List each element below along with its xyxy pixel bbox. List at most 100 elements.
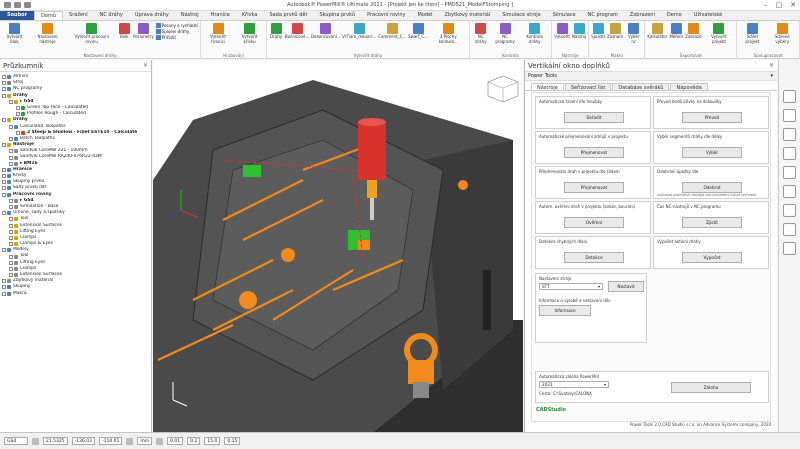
machine-select[interactable]: STT (539, 283, 603, 290)
vypocet-button[interactable]: Vypočet (682, 252, 742, 263)
seradit-button[interactable]: Seřadit (564, 112, 624, 123)
tree-expander[interactable] (9, 149, 13, 154)
tree-expander[interactable] (9, 242, 13, 247)
ribbon-button-drahy[interactable]: Dráhy (269, 23, 283, 40)
ribbon-button-kalkulator[interactable]: Kalkulátor (647, 23, 667, 40)
odebrat-button[interactable]: Odebrat (682, 182, 742, 193)
ribbon-button-nc-drahy[interactable]: NC dráhy (472, 23, 490, 44)
tab-krivka[interactable]: Křivka (236, 11, 264, 20)
ribbon-small-button-posuny-a-rychlosti[interactable]: Posuny a rychlosti (155, 23, 198, 28)
ribbon-button-dokoncovani[interactable]: Dokončování... (311, 23, 341, 40)
close-icon[interactable]: ✕ (790, 1, 796, 9)
view-front-icon[interactable] (783, 128, 796, 141)
ribbon-small-button-pricislit[interactable]: Přičíslit (155, 35, 198, 40)
maximize-icon[interactable]: □ (776, 1, 783, 9)
tree-expander[interactable] (9, 136, 13, 141)
tab-model[interactable]: Model (412, 11, 439, 20)
ribbon-button-parametry[interactable]: Parametry (133, 23, 154, 40)
tree-expander[interactable] (9, 198, 13, 203)
tree-expander[interactable] (9, 223, 13, 228)
status-tool-icon[interactable] (126, 437, 134, 445)
ribbon-button-sdilene-vybery[interactable]: Sdílené výběry (768, 23, 797, 44)
ribbon-button-vytvorit[interactable]: Vytvořit (554, 23, 570, 40)
tree-expander[interactable] (2, 118, 6, 123)
ribbon-button-blok[interactable]: Blok (117, 23, 131, 40)
ribbon-button-nastroj[interactable]: Nástroj (572, 23, 586, 40)
view-iso-icon[interactable] (783, 90, 796, 103)
tree-expander[interactable] (2, 180, 6, 185)
tree-expander[interactable] (9, 161, 13, 166)
tree-expander[interactable] (2, 174, 6, 179)
tab-simulace-stroje[interactable]: Simulace stroje (496, 11, 547, 20)
tab-hranice[interactable]: Hranice (205, 11, 236, 20)
ribbon-button-nc-programy[interactable]: NC programy (492, 23, 518, 44)
tree-expander[interactable] (9, 205, 13, 210)
tree-expander[interactable] (9, 99, 13, 104)
ribbon-button-vytvorit-krivku[interactable]: Vytvořit křivku (235, 23, 264, 44)
tree-expander[interactable] (9, 155, 13, 160)
tree-expander[interactable] (9, 217, 13, 222)
ribbon-button-vytvorit-blok[interactable]: Vytvořit blok (2, 23, 27, 44)
status-field[interactable]: 0.15 (224, 437, 241, 445)
tree-expander[interactable] (2, 279, 6, 284)
ribbon-button-comment-c[interactable]: Comment_C... (378, 23, 406, 40)
tab-srazeni[interactable]: Srážení (63, 11, 94, 20)
tree-expander[interactable] (2, 87, 6, 92)
ribbon-button-swarf-c[interactable]: Swarf_C... (408, 23, 428, 40)
chevron-down-icon[interactable]: ▾ (770, 72, 773, 80)
tree-item[interactable]: Makra (2, 291, 149, 297)
informace-button[interactable]: Informace (539, 305, 591, 316)
ribbon-button-vytvorit-hranici[interactable]: Vytvořit hranici (203, 23, 233, 44)
tab-zobrazeni[interactable]: Zobrazení (624, 11, 661, 20)
ribbon-button-3-plochy-konturo[interactable]: 3 Plochy konturo... (430, 23, 467, 44)
prejmenovat-button[interactable]: Přejmenovat (564, 182, 624, 193)
prevod-button[interactable]: Převod (682, 112, 742, 123)
tab-uzivatelske[interactable]: Uživatelské (688, 11, 729, 20)
nastavit-button[interactable]: Nastavit (608, 281, 644, 292)
status-tool-icon[interactable] (156, 437, 164, 445)
tab-domu[interactable]: Domů (34, 11, 64, 20)
zjistit-button[interactable]: Zjistit (682, 217, 742, 228)
tree-expander[interactable] (16, 130, 20, 135)
view-cube-icon[interactable] (487, 75, 519, 103)
tree-expander[interactable] (9, 124, 13, 129)
ribbon-button-vytvorit-projekt[interactable]: Vytvořit projekt (704, 23, 735, 44)
status-field[interactable]: 21.5325 (43, 437, 68, 445)
ribbon-small-button-spojeni-drahy[interactable]: Spojení dráhy (155, 29, 198, 34)
tree-expander[interactable] (2, 167, 6, 172)
tree-expander[interactable] (9, 273, 13, 278)
ribbon-button-vyber-nc[interactable]: Výběr nc (625, 23, 642, 44)
tree-expander[interactable] (2, 248, 6, 253)
tree-expander[interactable] (2, 192, 6, 197)
tree-expander[interactable] (2, 291, 6, 296)
close-icon[interactable]: ✕ (769, 62, 774, 69)
zaloha-button[interactable]: Záloha (671, 382, 751, 393)
tree-expander[interactable] (2, 211, 6, 216)
status-field[interactable]: -110.01 (98, 437, 123, 445)
tab-simulace[interactable]: Simulace (547, 11, 582, 20)
ribbon-button-kontrola-drahy[interactable]: Kontrola dráhy (520, 23, 549, 44)
ribbon-button-zobrazit[interactable]: Zobrazit (685, 23, 702, 40)
tab-nastroj[interactable]: Nástroj (175, 11, 205, 20)
ribbon-button-spustit[interactable]: Spustit (591, 23, 605, 40)
ribbon-button-vrtiam-dokonc[interactable]: VrTiam_dokonc... (342, 23, 376, 40)
tab-zbytkovy-material[interactable]: Zbytkový materiál (439, 11, 497, 20)
tree-expander[interactable] (9, 235, 13, 240)
shading-icon[interactable] (783, 166, 796, 179)
view-top-icon[interactable] (783, 109, 796, 122)
status-field[interactable]: GS4 (4, 437, 28, 445)
status-field[interactable]: 0.01 (167, 437, 184, 445)
minimize-icon[interactable]: – (764, 1, 768, 9)
zoom-icon[interactable] (783, 204, 796, 217)
tab-nc-program[interactable]: NC program (582, 11, 624, 20)
tree-expander[interactable] (9, 254, 13, 259)
ribbon-button-bocnicove[interactable]: Bočnicové... (285, 23, 309, 40)
tab-sada-prvku-der[interactable]: Sada prvků děr (263, 11, 313, 20)
tab-demo[interactable]: Demo (661, 11, 688, 20)
tab-uprava-drahy[interactable]: Úprava dráhy (129, 11, 175, 20)
tab-nc-drahy[interactable]: NC dráhy (94, 11, 129, 20)
tree-expander[interactable] (2, 143, 6, 148)
addin-tab-napoveda[interactable]: Nápověda (670, 83, 708, 91)
tree-expander[interactable] (2, 81, 6, 86)
addin-tab-databaze-sveraku[interactable]: Databáze svěráků (612, 83, 670, 91)
